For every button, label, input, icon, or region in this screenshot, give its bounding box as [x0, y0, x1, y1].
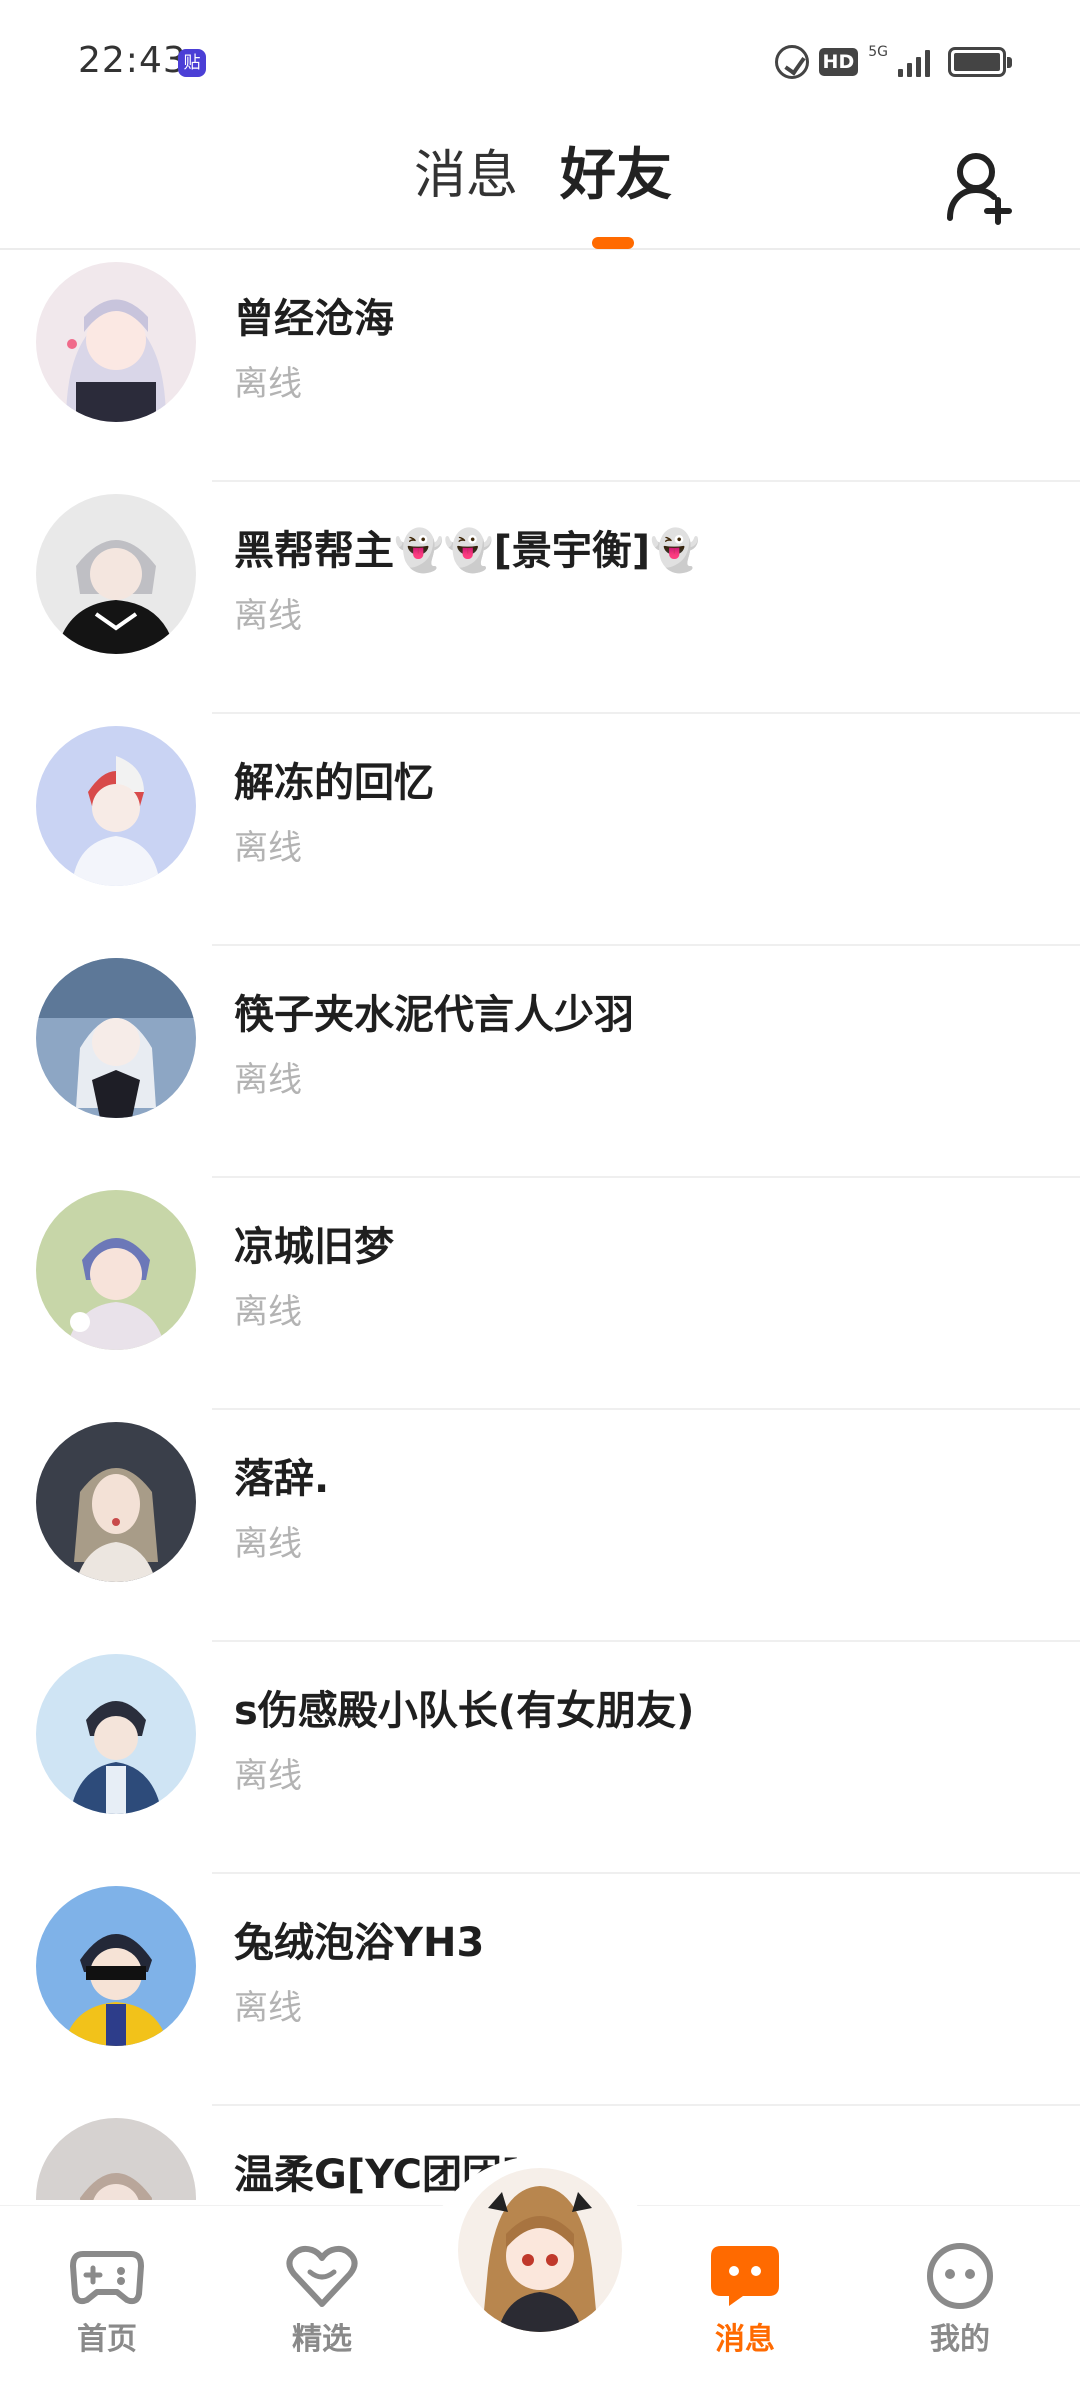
nav-label: 首页 — [77, 2322, 137, 2357]
app-notification-badge: 贴 — [178, 49, 206, 77]
bottom-navigation: 首页 精选 消息 我的 — [0, 2156, 1080, 2388]
nav-label: 精选 — [292, 2322, 352, 2357]
nav-center-avatar[interactable] — [458, 2168, 622, 2332]
tab-friends[interactable]: 好友 — [560, 140, 672, 212]
friend-name: 凉城旧梦 — [234, 1224, 394, 1270]
friend-name: 兔绒泡浴YH3 — [234, 1920, 485, 1966]
avatar — [36, 262, 196, 422]
top-tab-bar: 消息 好友 — [0, 120, 1080, 250]
friend-row[interactable]: 黑帮帮主👻👻[景宇衡]👻 离线 — [0, 482, 1080, 714]
nav-featured[interactable]: 精选 — [262, 2242, 382, 2358]
signal-icon — [898, 47, 930, 77]
battery-icon — [948, 47, 1012, 77]
avatar — [36, 1886, 196, 2046]
friend-name: 落辞. — [234, 1456, 330, 1502]
nav-profile[interactable]: 我的 — [900, 2242, 1020, 2358]
friend-row[interactable]: 曾经沧海 离线 — [0, 250, 1080, 482]
chat-bubble-icon — [711, 2246, 779, 2306]
friend-status: 离线 — [234, 1988, 302, 2028]
avatar — [36, 958, 196, 1118]
avatar — [36, 494, 196, 654]
friend-status: 离线 — [234, 596, 302, 636]
avatar — [458, 2168, 622, 2332]
add-friend-button[interactable] — [944, 144, 1020, 228]
active-tab-indicator — [592, 237, 634, 249]
nav-home[interactable]: 首页 — [47, 2242, 167, 2358]
avatar — [36, 1190, 196, 1350]
friend-status: 离线 — [234, 364, 302, 404]
avatar — [36, 2118, 196, 2200]
heart-icon — [286, 2245, 358, 2307]
friend-status: 离线 — [234, 1756, 302, 1796]
friend-name: 筷子夹水泥代言人少羽 — [234, 992, 634, 1038]
avatar — [36, 726, 196, 886]
friend-name: 曾经沧海 — [234, 296, 394, 342]
nav-label: 我的 — [930, 2322, 990, 2357]
friend-row[interactable]: 落辞. 离线 — [0, 1410, 1080, 1642]
data-saver-icon — [774, 45, 809, 79]
avatar — [36, 1654, 196, 1814]
tab-messages[interactable]: 消息 — [414, 140, 518, 212]
friend-row[interactable]: 兔绒泡浴YH3 离线 — [0, 1874, 1080, 2106]
friend-name: 解冻的回忆 — [234, 760, 434, 806]
friend-status: 离线 — [234, 1060, 302, 1100]
friend-row[interactable]: s伤感殿小队长(有女朋友) 离线 — [0, 1642, 1080, 1874]
friend-list[interactable]: 曾经沧海 离线 黑帮帮主👻👻[景宇衡]👻 离线 解冻的回忆 离线 筷子夹水泥代言… — [0, 250, 1080, 2200]
avatar — [36, 1422, 196, 1582]
friend-status: 离线 — [234, 1292, 302, 1332]
status-bar: 22:43 贴 HD 5G — [0, 0, 1080, 120]
friend-row[interactable]: 凉城旧梦 离线 — [0, 1178, 1080, 1410]
friend-name: 黑帮帮主👻👻[景宇衡]👻 — [234, 528, 700, 574]
friend-name: s伤感殿小队长(有女朋友) — [234, 1688, 695, 1734]
status-icons: HD 5G — [774, 42, 1012, 82]
face-icon — [927, 2243, 993, 2309]
friend-status: 离线 — [234, 828, 302, 868]
add-user-icon — [947, 153, 1012, 225]
friend-status: 离线 — [234, 1524, 302, 1564]
nav-label: 消息 — [715, 2322, 775, 2357]
status-time: 22:43 — [78, 40, 187, 81]
friend-row[interactable]: 筷子夹水泥代言人少羽 离线 — [0, 946, 1080, 1178]
hd-voice-icon: HD — [818, 48, 859, 76]
nav-messages[interactable]: 消息 — [685, 2242, 805, 2358]
network-type-label: 5G — [868, 44, 888, 60]
friend-row[interactable]: 解冻的回忆 离线 — [0, 714, 1080, 946]
gamepad-icon — [70, 2251, 144, 2305]
